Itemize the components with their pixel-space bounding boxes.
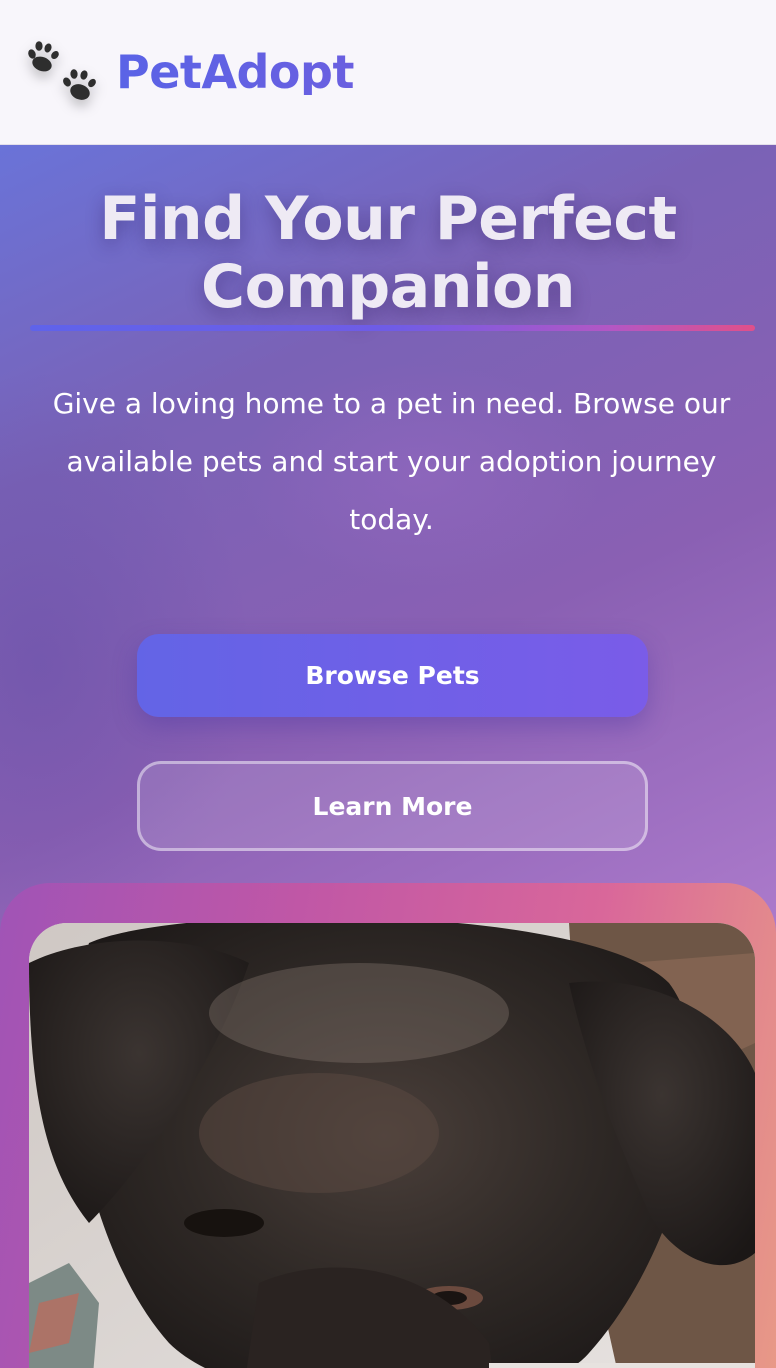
hero-title-line-2: Companion bbox=[201, 252, 575, 322]
learn-more-button[interactable]: Learn More bbox=[137, 761, 648, 851]
hero-title: Find Your Perfect Companion bbox=[0, 185, 776, 321]
site-header: PetAdopt bbox=[0, 0, 776, 145]
dog-photo bbox=[29, 923, 755, 1368]
brand-name[interactable]: PetAdopt bbox=[116, 49, 354, 95]
hero-title-line-1: Find Your Perfect bbox=[99, 184, 677, 254]
hero-description: Give a loving home to a pet in need. Bro… bbox=[52, 387, 731, 536]
paw-prints-icon[interactable] bbox=[26, 40, 98, 104]
hero-section: Find Your Perfect Companion Give a lovin… bbox=[0, 145, 776, 1368]
browse-pets-button[interactable]: Browse Pets bbox=[137, 634, 648, 717]
featured-image-card bbox=[0, 883, 776, 1368]
title-underline bbox=[30, 325, 755, 331]
